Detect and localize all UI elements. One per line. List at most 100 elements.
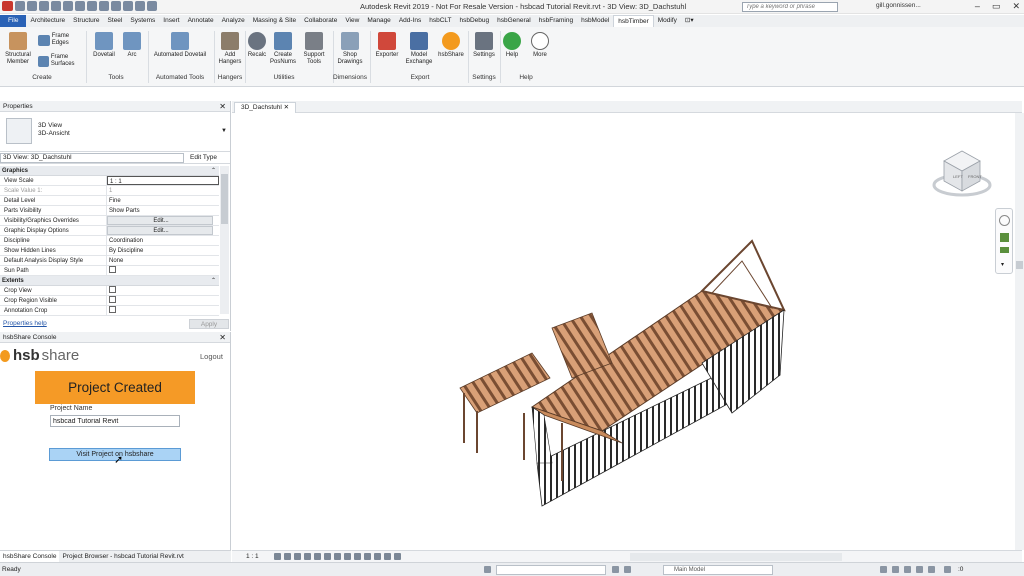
arc-button[interactable]: Arc (120, 32, 144, 59)
minimize-icon[interactable]: – (975, 1, 980, 12)
logout-link[interactable]: Logout (200, 352, 223, 361)
crop-region-checkbox[interactable] (109, 296, 116, 304)
tab-view[interactable]: View (341, 15, 363, 27)
show-crop-icon[interactable] (334, 553, 341, 560)
select-links-icon[interactable] (880, 566, 887, 573)
property-row[interactable]: Crop View (0, 286, 219, 296)
close-icon[interactable]: ✕ (219, 101, 226, 112)
property-row[interactable]: Default Analysis Display Style None (0, 256, 219, 266)
frame-edges-button[interactable]: Frame Edges (38, 33, 82, 47)
tab-structure[interactable]: Structure (69, 15, 103, 27)
temporary-view-icon[interactable] (374, 553, 381, 560)
properties-help-link[interactable]: Properties help (3, 320, 47, 327)
sun-path-checkbox[interactable] (109, 266, 116, 274)
shop-drawings-button[interactable]: Shop Drawings (334, 32, 366, 66)
sun-path-icon[interactable] (294, 553, 301, 560)
tab-file[interactable]: File (0, 15, 27, 27)
select-pinned-icon[interactable] (904, 566, 911, 573)
group-extents[interactable]: Extents ⌃ (0, 276, 219, 286)
select-underlay-icon[interactable] (892, 566, 899, 573)
close-icon[interactable]: ✕ (219, 332, 226, 343)
chevron-down-icon[interactable]: ▾ (1001, 261, 1004, 268)
property-row[interactable]: View Scale 1 : 1 (0, 176, 219, 186)
workset-selector[interactable] (496, 565, 606, 575)
tab-hsbdebug[interactable]: hsbDebug (456, 15, 494, 27)
tab-insert[interactable]: Insert (159, 15, 183, 27)
tab-modify[interactable]: Modify (654, 15, 681, 27)
scrollbar-thumb[interactable] (1016, 261, 1023, 269)
create-posnums-button[interactable]: Create PosNums (268, 32, 298, 66)
frame-surfaces-button[interactable]: Frame Surfaces (38, 54, 84, 68)
measure-icon[interactable] (75, 1, 85, 11)
visual-style-icon[interactable] (284, 553, 291, 560)
zoom-icon[interactable] (1000, 233, 1009, 242)
design-options-icon[interactable] (624, 566, 631, 573)
steering-wheel-icon[interactable] (999, 215, 1010, 226)
tab-manage[interactable]: Manage (363, 15, 395, 27)
tab-systems[interactable]: Systems (126, 15, 159, 27)
crop-view-checkbox[interactable] (109, 286, 116, 294)
thin-lines-icon[interactable] (123, 1, 133, 11)
automated-dovetail-button[interactable]: Automated Dovetail (150, 32, 210, 59)
property-row[interactable]: Graphic Display Options Edit... (0, 226, 219, 236)
hsbshare-button[interactable]: hsbShare (436, 32, 466, 59)
select-by-face-icon[interactable] (916, 566, 923, 573)
close-icon[interactable]: ✕ (1012, 1, 1020, 12)
tab-add-ins[interactable]: Add-Ins (395, 15, 425, 27)
3d-view-canvas[interactable] (232, 113, 1014, 550)
print-icon[interactable] (63, 1, 73, 11)
search-input[interactable] (742, 2, 838, 12)
filter-icon[interactable] (944, 566, 951, 573)
tab-hsbframing[interactable]: hsbFraming (535, 15, 577, 27)
project-name-field[interactable] (50, 415, 180, 427)
structural-member-button[interactable]: Structural Member (2, 32, 34, 66)
tab-hsbmodel[interactable]: hsbModel (577, 15, 613, 27)
settings-button[interactable]: Settings (470, 32, 498, 59)
redo-icon[interactable] (51, 1, 61, 11)
support-tools-button[interactable]: Support Tools (299, 32, 329, 66)
property-row[interactable]: Sun Path (0, 266, 219, 276)
more-button[interactable]: More (528, 32, 552, 59)
tab-steel[interactable]: Steel (104, 15, 127, 27)
property-row[interactable]: Parts Visibility Show Parts (0, 206, 219, 216)
exporter-button[interactable]: Exporter (372, 32, 402, 59)
worksets-icon[interactable] (484, 566, 491, 573)
tab-hsbtimber[interactable]: hsbTimber (613, 15, 654, 27)
view-scrollbar[interactable] (1015, 113, 1024, 550)
editable-only-icon[interactable] (612, 566, 619, 573)
reveal-hidden-icon[interactable] (364, 553, 371, 560)
property-row[interactable]: Visibility/Graphics Overrides Edit... (0, 216, 219, 226)
recalc-button[interactable]: Recalc (246, 32, 268, 59)
edit-type-button[interactable]: Edit Type (190, 152, 217, 164)
tab-hsbclt[interactable]: hsbCLT (425, 15, 455, 27)
group-graphics[interactable]: Graphics ⌃ (0, 166, 219, 176)
add-hangers-button[interactable]: Add Hangers (216, 32, 244, 66)
maximize-icon[interactable]: ▭ (992, 1, 1001, 12)
properties-scrollbar[interactable] (220, 166, 229, 314)
property-row[interactable]: Annotation Crop (0, 306, 219, 316)
panel-label-utilities[interactable]: Utilities (262, 74, 306, 81)
viewcube[interactable]: LEFT FRONT (932, 141, 992, 201)
save-icon[interactable] (27, 1, 37, 11)
drag-elements-icon[interactable] (928, 566, 935, 573)
instance-selector[interactable]: 3D View: 3D_Dachstuhl (0, 153, 184, 163)
ribbon-options-icon[interactable]: ⊡▾ (681, 15, 698, 27)
analysis-icon[interactable] (384, 553, 391, 560)
help-button[interactable]: Help (500, 32, 524, 59)
zoom-extents-icon[interactable] (1000, 247, 1009, 253)
detail-level-icon[interactable] (274, 553, 281, 560)
horizontal-scrollbar[interactable] (630, 553, 842, 561)
lock-icon[interactable] (344, 553, 351, 560)
close-hidden-icon[interactable] (135, 1, 145, 11)
tab-analyze[interactable]: Analyze (218, 15, 249, 27)
chevron-down-icon[interactable]: ▼ (221, 128, 227, 134)
tab-3d-dachstuhl[interactable]: 3D_Dachstuhl ✕ (234, 102, 297, 113)
scrollbar-thumb[interactable] (221, 174, 228, 224)
open-icon[interactable] (15, 1, 25, 11)
undo-icon[interactable] (39, 1, 49, 11)
shadows-icon[interactable] (304, 553, 311, 560)
tab-project-browser[interactable]: Project Browser - hsbcad Tutorial Revit.… (59, 551, 186, 562)
edit-button[interactable]: Edit... (107, 226, 213, 235)
render-icon[interactable] (314, 553, 321, 560)
close-icon[interactable]: ✕ (284, 104, 289, 111)
